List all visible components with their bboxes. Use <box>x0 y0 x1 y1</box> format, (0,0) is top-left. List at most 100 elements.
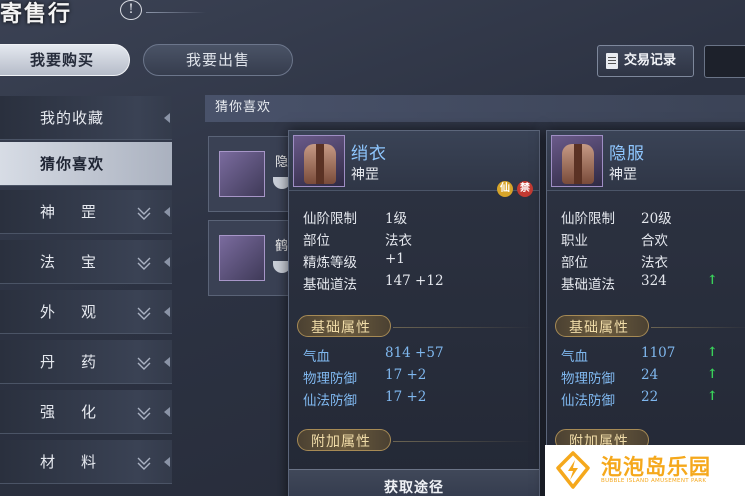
watermark-text: 泡泡岛乐园 <box>601 455 711 479</box>
window-title: 寄售行 <box>0 1 73 27</box>
lock-badge-icon: 禁 <box>517 181 533 197</box>
item-type: 神罡 <box>609 167 637 183</box>
stat-label: 仙阶限制 <box>303 211 357 227</box>
card-header: 隐服 神罡 <box>547 131 745 191</box>
attr-value: 17 +2 <box>385 389 427 405</box>
section-base-attrs: 基础属性 <box>297 315 397 339</box>
item-tooltip-card-2: 隐服 神罡 仙阶限制 20级 职业 合欢 部位 法衣 基础道法 324 ↑ 基础… <box>546 130 745 496</box>
trade-record-label: 交易记录 <box>624 53 677 68</box>
stat-value: 20级 <box>641 211 672 227</box>
sidebar-item-label: 外观 <box>40 303 123 321</box>
list-item-name: 隐 <box>275 155 289 170</box>
attr-value: 1107 <box>641 345 676 361</box>
watermark-subtext: BUBBLE ISLAND AMUSEMENT PARK <box>601 478 707 484</box>
up-arrow-icon: ↑ <box>707 389 718 404</box>
attr-label: 物理防御 <box>303 371 357 387</box>
sidebar-item-waiguan[interactable]: 外观 <box>0 290 172 334</box>
up-arrow-icon: ↑ <box>707 345 718 360</box>
sidebar-item-label: 法宝 <box>40 253 123 271</box>
attr-label: 气血 <box>303 349 330 365</box>
sidebar-item-label: 神罡 <box>40 203 123 221</box>
sidebar-item-label: 丹药 <box>40 353 123 371</box>
side-arrow-icon <box>164 257 170 267</box>
list-item-name: 鹤 <box>275 239 289 254</box>
attr-value: 22 <box>641 389 659 405</box>
sidebar-item-shengang[interactable]: 神罡 <box>0 190 172 234</box>
item-icon <box>219 151 265 197</box>
stat-value: 法衣 <box>641 255 668 271</box>
attr-label: 气血 <box>561 349 588 365</box>
search-input[interactable] <box>704 45 745 78</box>
robe-item-icon <box>293 135 345 187</box>
stat-label: 职业 <box>561 233 588 249</box>
divider <box>393 441 533 442</box>
stat-label: 基础道法 <box>561 277 615 293</box>
section-base-attrs: 基础属性 <box>555 315 655 339</box>
side-arrow-icon <box>164 307 170 317</box>
watermark: 泡泡岛乐园 BUBBLE ISLAND AMUSEMENT PARK <box>545 445 745 496</box>
up-arrow-icon: ↑ <box>707 273 718 288</box>
sidebar-item-label: 强化 <box>40 403 123 421</box>
stat-value: 合欢 <box>641 233 668 249</box>
stat-label: 部位 <box>561 255 588 271</box>
help-button[interactable]: ! <box>120 0 142 20</box>
list-item[interactable]: 隐 <box>208 136 298 212</box>
attr-label: 物理防御 <box>561 371 615 387</box>
attr-label: 仙法防御 <box>561 393 615 409</box>
chevron-down-icon <box>137 407 151 420</box>
chevron-down-icon <box>137 257 151 270</box>
stat-label: 基础道法 <box>303 277 357 293</box>
sidebar-item-recommend[interactable]: 猜你喜欢 <box>0 142 172 186</box>
attr-value: 24 <box>641 367 659 383</box>
side-arrow-icon <box>164 357 170 367</box>
stat-label: 仙阶限制 <box>561 211 615 227</box>
list-item[interactable]: 鹤 <box>208 220 298 296</box>
item-name: 绡衣 <box>351 144 387 164</box>
side-arrow-icon <box>164 113 170 123</box>
side-arrow-icon <box>164 457 170 467</box>
up-arrow-icon: ↑ <box>707 367 718 382</box>
item-icon <box>219 235 265 281</box>
robe-item-icon <box>551 135 603 187</box>
section-title: 基础属性 <box>569 320 629 336</box>
sidebar-item-fabao[interactable]: 法宝 <box>0 240 172 284</box>
item-type: 神罡 <box>351 167 379 183</box>
sidebar-item-cailiao[interactable]: 材料 <box>0 440 172 484</box>
side-arrow-icon <box>164 207 170 217</box>
section-title: 附加属性 <box>311 434 371 450</box>
sidebar-item-qianghua[interactable]: 强化 <box>0 390 172 434</box>
attr-value: 17 +2 <box>385 367 427 383</box>
chevron-down-icon <box>137 357 151 370</box>
attr-label: 仙法防御 <box>303 393 357 409</box>
watermark-logo-icon <box>556 451 590 489</box>
title-decoration <box>146 12 206 13</box>
trade-record-button[interactable]: 交易记录 <box>597 45 694 77</box>
section-extra-attrs: 附加属性 <box>297 429 397 453</box>
stat-value: +1 <box>385 251 405 267</box>
sidebar-item-label: 材料 <box>40 453 123 471</box>
stat-value: 法衣 <box>385 233 412 249</box>
bound-badge-icon: 仙 <box>497 181 513 197</box>
chevron-down-icon <box>137 207 151 220</box>
obtain-source-button[interactable]: 获取途径 <box>289 469 539 496</box>
tab-sell[interactable]: 我要出售 <box>143 44 293 76</box>
chevron-down-icon <box>137 307 151 320</box>
sidebar-item-danyao[interactable]: 丹药 <box>0 340 172 384</box>
item-tooltip-card-1: 绡衣 神罡 仙 禁 仙阶限制 1级 部位 法衣 精炼等级 +1 基础道法 147… <box>288 130 540 496</box>
section-title: 基础属性 <box>311 320 371 336</box>
attr-value: 814 +57 <box>385 345 444 361</box>
divider <box>393 327 533 328</box>
chevron-down-icon <box>137 457 151 470</box>
sidebar-item-favorites[interactable]: 我的收藏 <box>0 96 172 140</box>
sidebar-item-label: 我的收藏 <box>40 109 105 127</box>
stat-label: 部位 <box>303 233 330 249</box>
record-icon <box>606 53 618 69</box>
stat-value: 1级 <box>385 211 408 227</box>
divider <box>651 327 745 328</box>
sidebar-item-label: 猜你喜欢 <box>40 155 105 173</box>
tab-buy[interactable]: 我要购买 <box>0 44 130 76</box>
content-header: 猜你喜欢 <box>205 95 745 122</box>
stat-value: 324 <box>641 273 667 289</box>
stat-label: 精炼等级 <box>303 255 357 271</box>
item-name: 隐服 <box>609 144 645 164</box>
